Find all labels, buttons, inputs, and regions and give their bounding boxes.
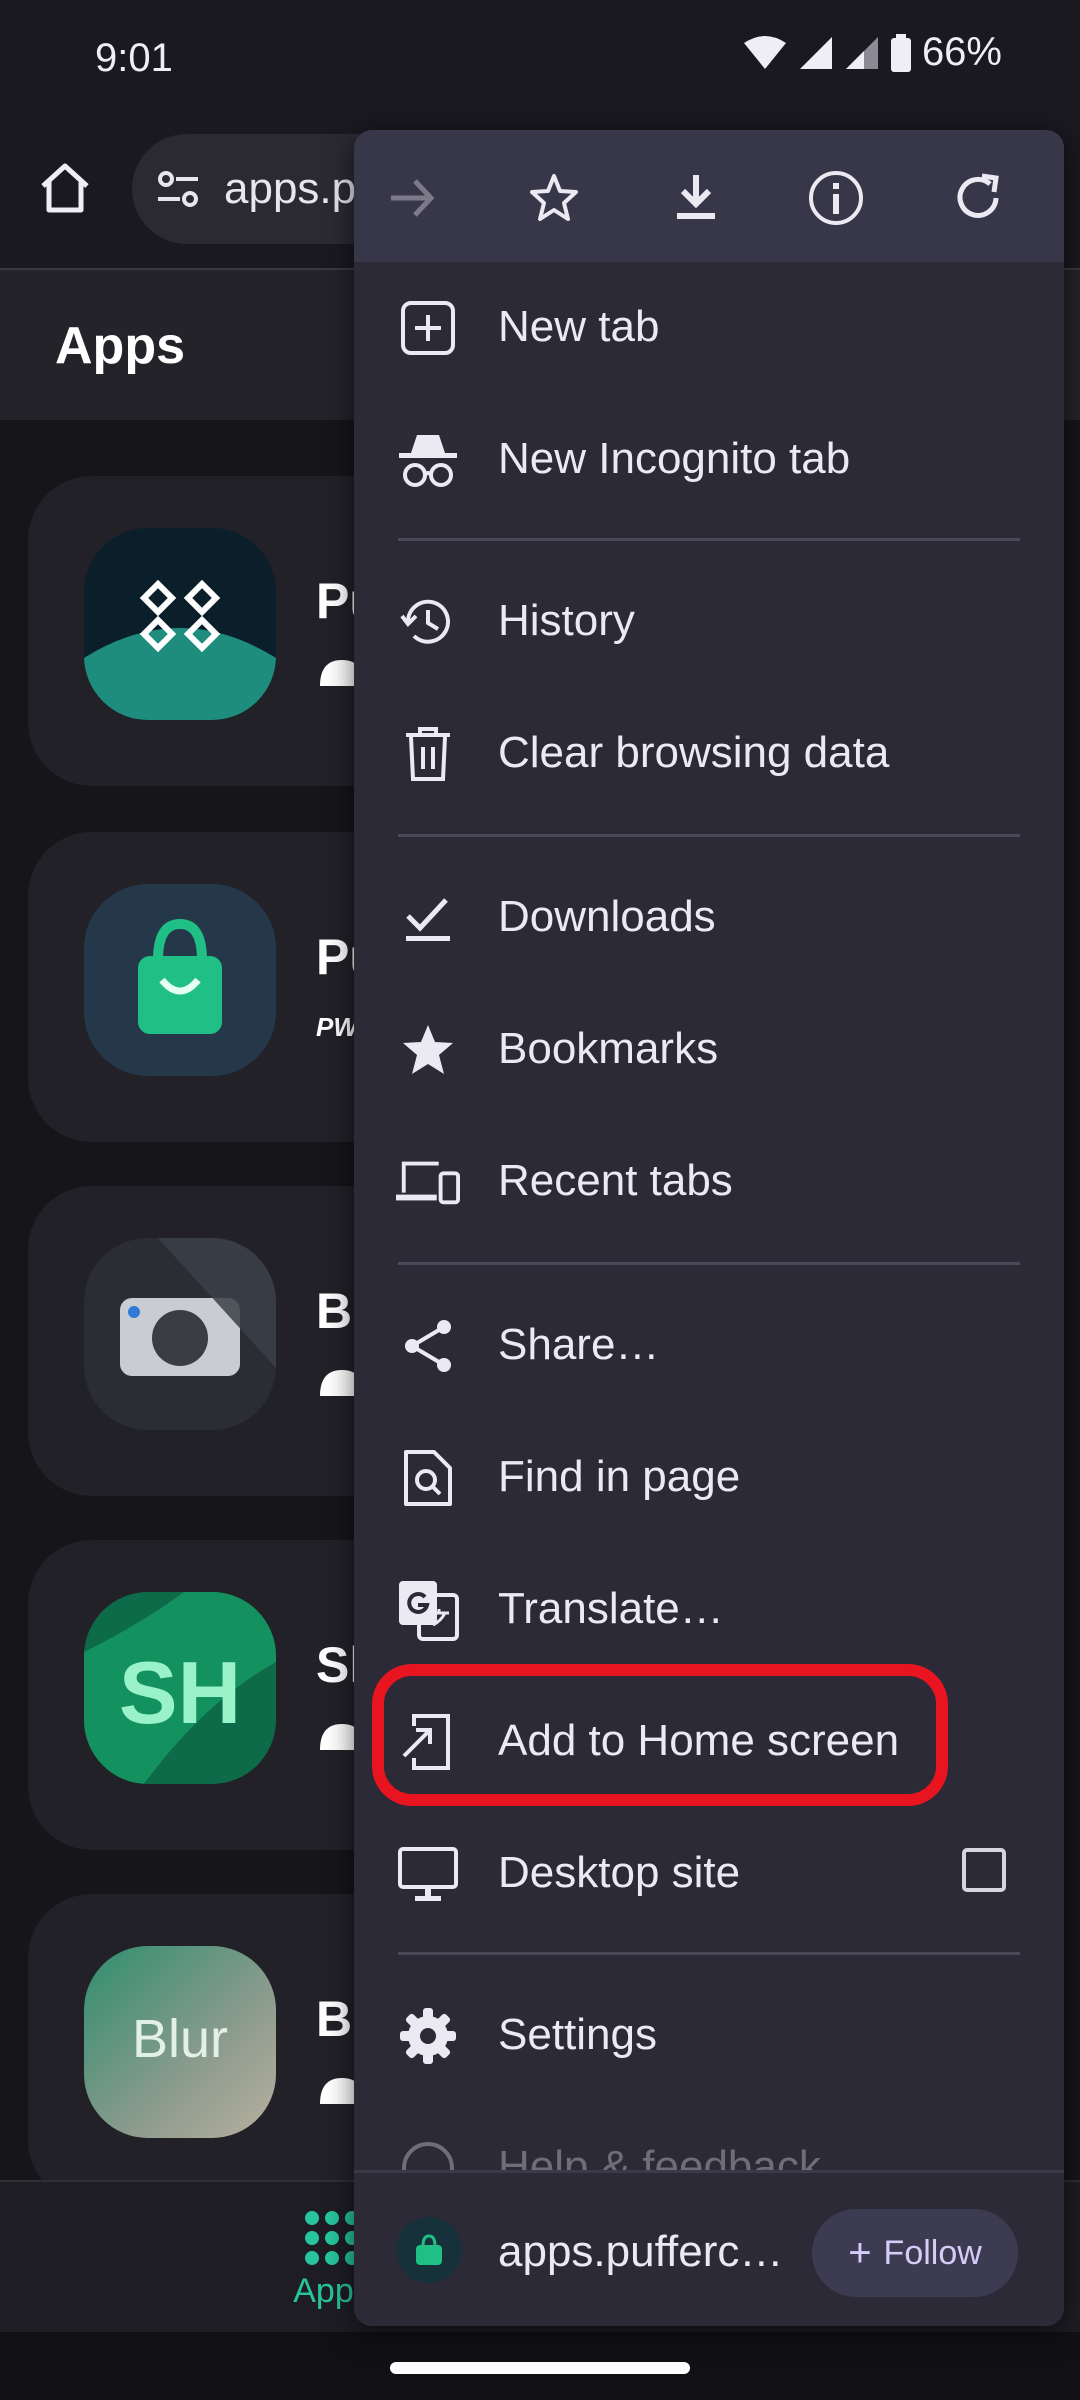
browser-overflow-menu: New tab New Incognito tab History Clear … — [354, 130, 1064, 2326]
menu-item-recent-tabs[interactable]: Recent tabs — [354, 1116, 1064, 1248]
find-in-page-icon — [396, 1446, 460, 1510]
menu-item-label: Find in page — [498, 1452, 741, 1501]
history-icon — [396, 590, 460, 654]
wifi-icon — [743, 35, 786, 69]
menu-divider — [398, 1262, 1020, 1265]
download-icon — [677, 175, 715, 219]
forward-button[interactable] — [380, 166, 444, 230]
app-icon: SH — [84, 1592, 276, 1784]
address-url[interactable]: apps.p — [224, 164, 356, 214]
menu-item-label: Bookmarks — [498, 1024, 719, 1073]
site-settings-icon[interactable] — [154, 165, 202, 213]
menu-item-bookmarks[interactable]: Bookmarks — [354, 984, 1064, 1116]
menu-item-label: Settings — [498, 2010, 657, 2059]
home-icon — [41, 163, 89, 213]
page-title: Apps — [55, 317, 185, 375]
menu-item-label: History — [498, 596, 635, 645]
highlight-annotation — [372, 1664, 948, 1806]
bookmark-button[interactable] — [522, 166, 586, 230]
menu-item-share[interactable]: Share… — [354, 1280, 1064, 1412]
download-page-button[interactable] — [664, 166, 728, 230]
menu-item-label: Clear browsing data — [498, 728, 890, 777]
devices-icon — [396, 1150, 460, 1214]
menu-item-find-in-page[interactable]: Find in page — [354, 1412, 1064, 1544]
app-icon — [84, 884, 276, 1076]
menu-site-footer: apps.pufferc… + Follow — [354, 2170, 1064, 2326]
refresh-icon — [957, 173, 999, 218]
share-icon — [396, 1314, 460, 1378]
menu-item-history[interactable]: History — [354, 556, 1064, 688]
menu-divider — [398, 538, 1020, 541]
home-button[interactable] — [30, 152, 100, 222]
menu-item-label: Desktop site — [498, 1848, 741, 1897]
menu-divider — [398, 1952, 1020, 1955]
status-time: 9:01 — [95, 36, 173, 80]
menu-item-clear-browsing-data[interactable]: Clear browsing data — [354, 688, 1064, 820]
menu-item-label: Translate… — [498, 1584, 724, 1633]
follow-label: Follow — [883, 2233, 982, 2272]
desktop-site-checkbox[interactable] — [962, 1848, 1006, 1892]
app-icon: Blur — [84, 1946, 276, 2138]
app-icon-text: SH — [118, 1643, 242, 1742]
translate-icon — [396, 1578, 460, 1642]
menu-item-new-incognito-tab[interactable]: New Incognito tab — [354, 394, 1064, 526]
forward-icon — [391, 179, 435, 217]
signal-icon-2 — [845, 36, 878, 69]
new-tab-icon — [396, 296, 460, 360]
menu-item-translate[interactable]: Translate… — [354, 1544, 1064, 1676]
menu-item-desktop-site[interactable]: Desktop site — [354, 1808, 1064, 1940]
menu-item-settings[interactable]: Settings — [354, 1970, 1064, 2102]
app-sub-label: PW — [316, 1012, 358, 1042]
page-info-button[interactable] — [804, 166, 868, 230]
incognito-icon — [396, 428, 460, 492]
menu-item-label: New Incognito tab — [498, 434, 851, 483]
plus-icon: + — [848, 2231, 872, 2275]
site-favicon — [396, 2217, 462, 2283]
menu-item-label: New tab — [498, 302, 660, 351]
desktop-icon — [396, 1842, 460, 1906]
star-icon — [396, 1018, 460, 1082]
info-icon — [809, 171, 863, 225]
follow-button[interactable]: + Follow — [812, 2209, 1018, 2297]
app-icon-text: Blur — [131, 2009, 229, 2069]
reload-button[interactable] — [946, 166, 1010, 230]
site-name[interactable]: apps.pufferc… — [498, 2227, 783, 2277]
menu-action-row — [354, 130, 1064, 262]
signal-icon — [799, 36, 832, 69]
battery-icon — [890, 33, 911, 72]
menu-item-label: Downloads — [498, 892, 716, 941]
battery-percent: 66% — [921, 30, 1002, 74]
status-icons: 66% — [742, 30, 1002, 75]
app-icon — [84, 528, 276, 720]
app-icon — [84, 1238, 276, 1430]
status-bar: 9:01 66% — [0, 0, 1080, 120]
trash-icon — [396, 722, 460, 786]
menu-item-new-tab[interactable]: New tab — [354, 262, 1064, 394]
menu-divider — [398, 834, 1020, 837]
apps-grid-icon — [305, 2211, 359, 2265]
menu-item-label: Recent tabs — [498, 1156, 733, 1205]
menu-item-downloads[interactable]: Downloads — [354, 852, 1064, 984]
gesture-handle[interactable] — [390, 2362, 690, 2374]
downloads-icon — [396, 886, 460, 950]
menu-item-label: Share… — [498, 1320, 660, 1369]
settings-icon — [396, 2004, 460, 2068]
bookmark-star-icon — [530, 174, 578, 221]
